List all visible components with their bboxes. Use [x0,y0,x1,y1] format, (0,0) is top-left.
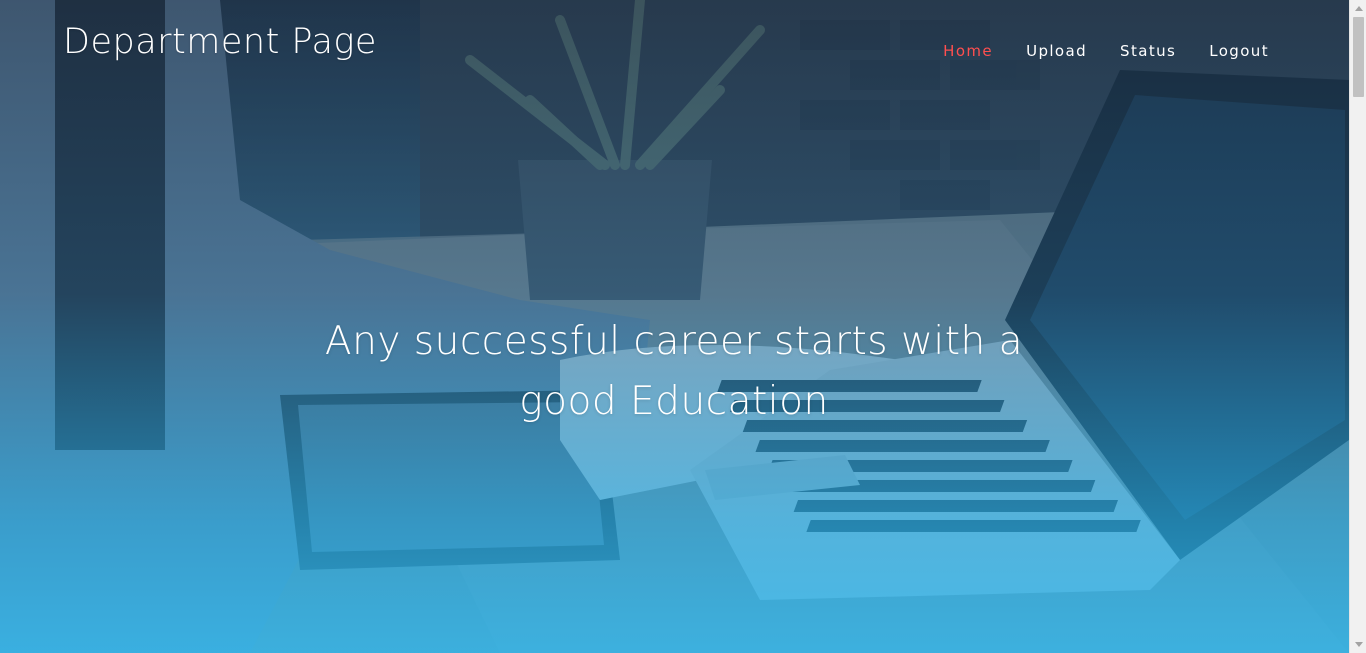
vertical-scrollbar[interactable] [1349,0,1366,653]
hero-headline: Any successful career starts with a good… [274,312,1074,432]
nav-item-home: Home [943,41,993,60]
scrollbar-thumb[interactable] [1353,17,1364,97]
nav-link-upload[interactable]: Upload [1026,42,1087,60]
site-brand[interactable]: Department Page [63,22,377,62]
chevron-down-icon[interactable] [1350,636,1366,653]
nav-item-upload: Upload [1026,41,1087,60]
page-viewport: Department Page Home Upload Status Logou… [0,0,1366,653]
nav-item-logout: Logout [1209,41,1269,60]
chevron-up-icon[interactable] [1350,0,1366,17]
hero-headline-line1: Any successful career starts with a [324,319,1024,364]
nav-link-logout[interactable]: Logout [1209,42,1269,60]
hero-section: Department Page Home Upload Status Logou… [0,0,1349,653]
nav-link-home[interactable]: Home [943,42,993,60]
hero-headline-line2: good Education [519,379,829,424]
nav-link-status[interactable]: Status [1120,42,1176,60]
nav-item-status: Status [1120,41,1176,60]
main-nav: Home Upload Status Logout [943,41,1269,60]
